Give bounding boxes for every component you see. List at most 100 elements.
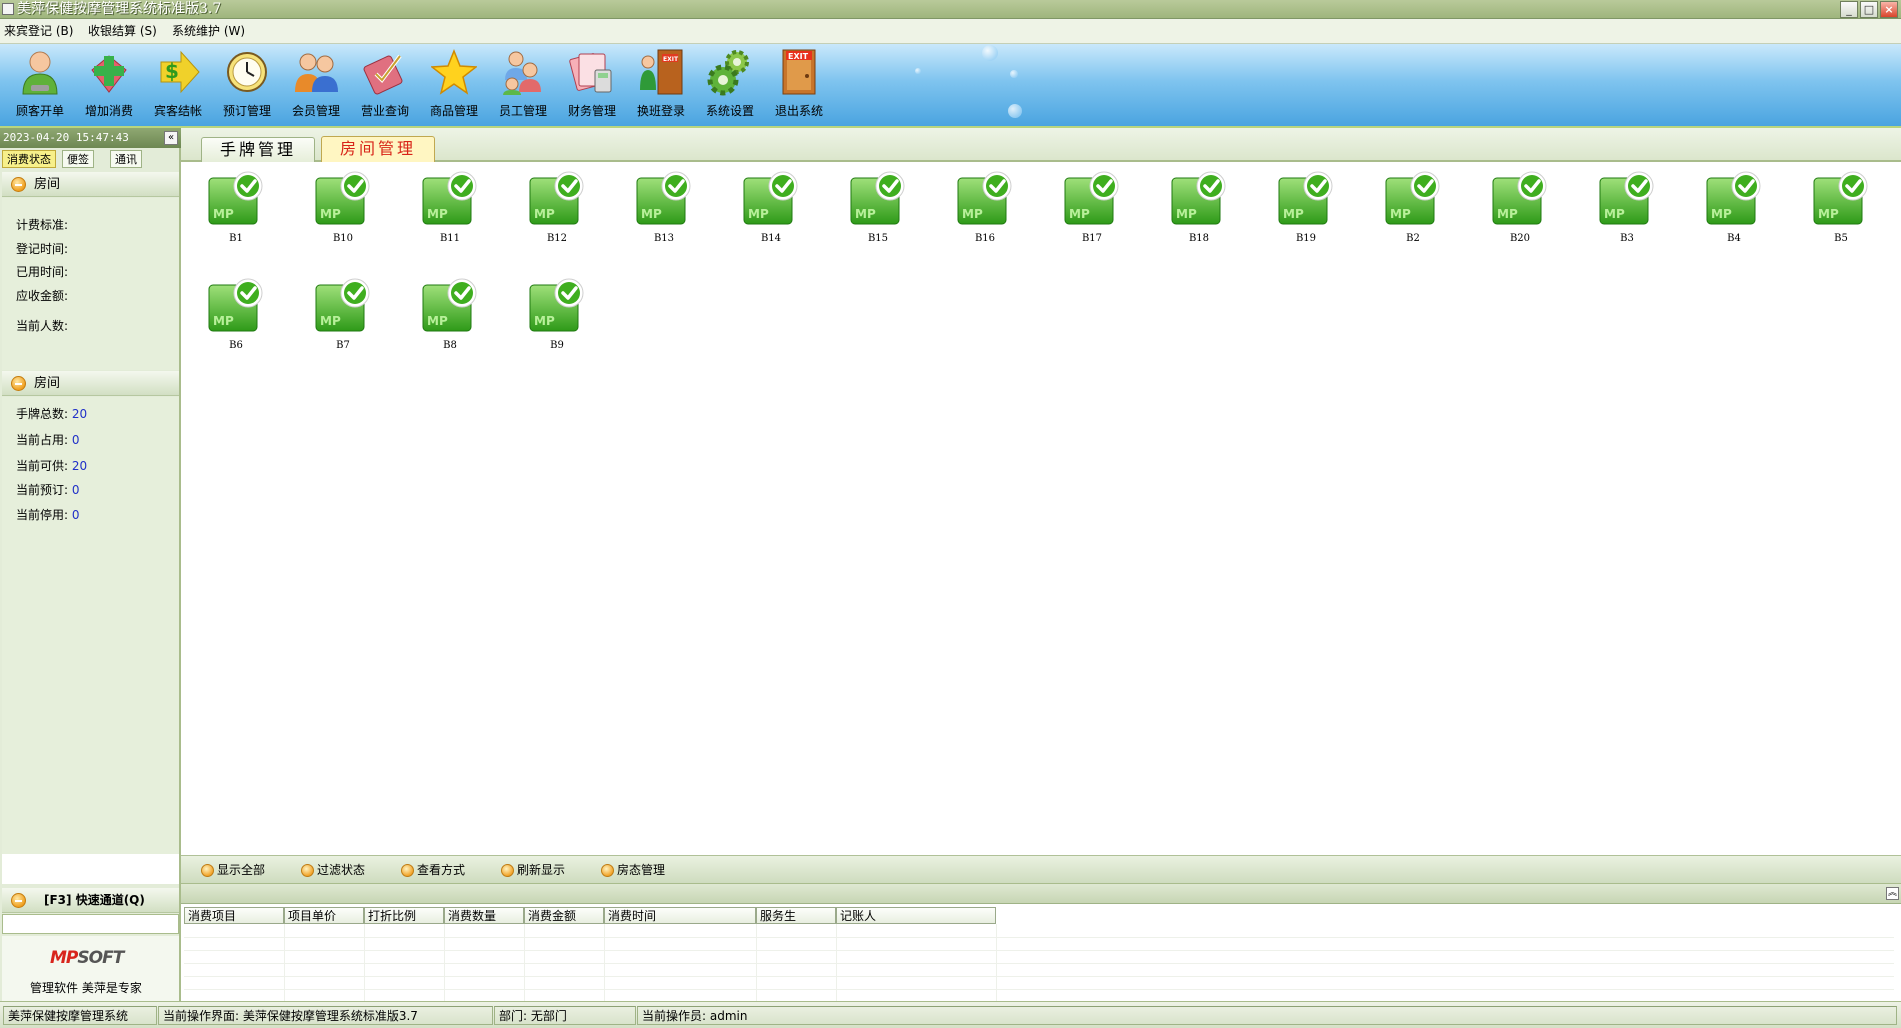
room-tile[interactable]: MP B15 (842, 166, 914, 256)
collapse-panel-button[interactable]: « (164, 131, 178, 145)
finance-management-button[interactable]: 财务管理 (561, 48, 623, 126)
room-name: B3 (1620, 233, 1634, 244)
app-icon[interactable] (2, 3, 14, 15)
room-name: B13 (653, 233, 675, 244)
add-consumption-icon (91, 55, 127, 93)
room-status-button[interactable]: 房态管理 (601, 856, 665, 884)
room-tile[interactable]: MP B1 (200, 166, 272, 256)
query-icon (363, 54, 403, 95)
svg-text:MP: MP (1604, 207, 1625, 221)
current-people-label: 当前人数: (16, 319, 69, 333)
tab-notes[interactable]: 便签 (62, 150, 94, 168)
maximize-button[interactable]: □ (1860, 1, 1878, 18)
column-header[interactable]: 服务生 (756, 907, 836, 924)
add-consumption-button[interactable]: 增加消费 (78, 48, 140, 126)
room-tile[interactable]: MP B7 (307, 273, 379, 363)
room-name: B17 (1081, 233, 1103, 244)
view-mode-button[interactable]: 查看方式 (401, 856, 465, 884)
tab-consumption-status[interactable]: 消费状态 (2, 150, 56, 168)
tab-room-management[interactable]: 房间管理 (321, 136, 436, 163)
room-tile[interactable]: MP B10 (307, 166, 379, 256)
toolbar-label: 退出系统 (774, 104, 823, 118)
toolbar-label: 营业查询 (360, 104, 409, 118)
room-available-icon: MP (743, 171, 798, 225)
option-icon (601, 864, 614, 877)
room-tile[interactable]: MP B5 (1805, 166, 1877, 256)
datetime-bar: 2023-04-20 15:47:43 « (0, 128, 181, 148)
status-app-name: 美萍保健按摩管理系统 (3, 1006, 157, 1025)
staff-icon (503, 51, 541, 95)
room-tile[interactable]: MP B6 (200, 273, 272, 363)
room-available-icon: MP (1599, 171, 1654, 225)
column-header[interactable]: 项目单价 (284, 907, 364, 924)
room-available-icon: MP (422, 278, 477, 332)
room-tile[interactable]: MP B2 (1377, 166, 1449, 256)
room-tile[interactable]: MP B3 (1591, 166, 1663, 256)
customer-order-button[interactable]: 顾客开单 (9, 48, 71, 126)
column-header[interactable]: 消费金额 (524, 907, 604, 924)
column-header[interactable]: 消费时间 (604, 907, 756, 924)
toolbar-label: 员工管理 (498, 104, 547, 118)
room-tile[interactable]: MP B8 (414, 273, 486, 363)
expand-icon[interactable]: ︽ (1886, 887, 1899, 900)
room-tile[interactable]: MP B4 (1698, 166, 1770, 256)
room-stats-panel: 手牌总数: 20 当前占用: 0 当前可供: 20 当前预订: 0 当前停用: … (2, 397, 179, 854)
splitter-bar[interactable]: ︽ (181, 883, 1901, 903)
room-tile[interactable]: MP B19 (1270, 166, 1342, 256)
room-stats-header[interactable]: 房间 (2, 371, 179, 396)
show-all-button[interactable]: 显示全部 (201, 856, 265, 884)
room-available-icon: MP (208, 278, 263, 332)
svg-text:MP: MP (1069, 207, 1090, 221)
svg-text:MP: MP (427, 314, 448, 328)
svg-text:MP: MP (641, 207, 662, 221)
column-header[interactable]: 消费项目 (184, 907, 284, 924)
members-icon (295, 53, 338, 92)
svg-text:MP: MP (748, 207, 769, 221)
room-available-icon: MP (422, 171, 477, 225)
room-tile[interactable]: MP B9 (521, 273, 593, 363)
system-settings-button[interactable]: 系统设置 (699, 48, 761, 126)
column-header[interactable]: 消费数量 (444, 907, 524, 924)
reservation-button[interactable]: 预订管理 (216, 48, 278, 126)
room-available-icon: MP (636, 171, 691, 225)
menu-guest-registration[interactable]: 来宾登记 (B) (4, 19, 73, 44)
member-management-button[interactable]: 会员管理 (285, 48, 347, 126)
tab-tag-management[interactable]: 手牌管理 (201, 137, 316, 162)
status-department: 部门: 无部门 (494, 1006, 636, 1025)
clock-icon (227, 52, 267, 92)
main-tabs: 手牌管理 房间管理 (181, 128, 1901, 163)
svg-text:MP: MP (855, 207, 876, 221)
room-tile[interactable]: MP B16 (949, 166, 1021, 256)
amount-due-label: 应收金额: (16, 289, 69, 303)
refresh-button[interactable]: 刷新显示 (501, 856, 565, 884)
product-management-button[interactable]: 商品管理 (423, 48, 485, 126)
room-info-header[interactable]: 房间 (2, 172, 179, 197)
minimize-button[interactable]: _ (1840, 1, 1858, 18)
column-header[interactable]: 打折比例 (364, 907, 444, 924)
exit-system-button[interactable]: EXIT 退出系统 (768, 48, 830, 126)
menu-system-maintenance[interactable]: 系统维护 (W) (172, 19, 245, 44)
svg-text:MP: MP (1711, 207, 1732, 221)
room-tile[interactable]: MP B14 (735, 166, 807, 256)
close-button[interactable]: × (1880, 1, 1898, 18)
room-available-icon: MP (208, 171, 263, 225)
staff-management-button[interactable]: 员工管理 (492, 48, 554, 126)
filter-status-button[interactable]: 过滤状态 (301, 856, 365, 884)
business-query-button[interactable]: 营业查询 (354, 48, 416, 126)
checkout-button[interactable]: $ 宾客结帐 (147, 48, 209, 126)
toolbar-label: 换班登录 (636, 104, 685, 118)
room-tile[interactable]: MP B11 (414, 166, 486, 256)
column-header[interactable]: 记账人 (836, 907, 996, 924)
shift-change-button[interactable]: EXIT 换班登录 (630, 48, 692, 126)
room-available-icon: MP (529, 171, 584, 225)
elapsed-time-label: 已用时间: (16, 265, 69, 279)
quick-channel-header[interactable]: [F3] 快速通道(Q) (2, 888, 179, 913)
room-tile[interactable]: MP B12 (521, 166, 593, 256)
tab-contacts[interactable]: 通讯 (110, 150, 142, 168)
room-tile[interactable]: MP B13 (628, 166, 700, 256)
quick-channel-input[interactable] (2, 914, 179, 934)
menu-cashier[interactable]: 收银结算 (S) (88, 19, 157, 44)
room-tile[interactable]: MP B18 (1163, 166, 1235, 256)
room-tile[interactable]: MP B20 (1484, 166, 1556, 256)
room-tile[interactable]: MP B17 (1056, 166, 1128, 256)
